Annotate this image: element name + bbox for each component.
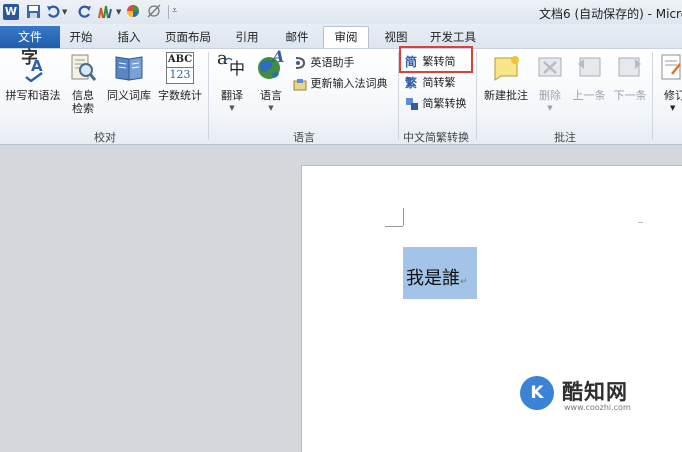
tab-references[interactable]: 引用 xyxy=(230,27,264,48)
undo-icon[interactable] xyxy=(46,4,62,19)
chinese-conversion-group-label: 中文简繁转换 xyxy=(403,131,469,144)
english-assistant-icon xyxy=(293,56,307,70)
watermark: K 酷知网 www.coozhi.com xyxy=(514,370,662,418)
language-group-label: 语言 xyxy=(293,131,315,144)
update-ime-icon xyxy=(293,77,307,91)
update-ime-dictionary-button[interactable]: 更新输入法词典 xyxy=(293,75,388,91)
tab-view[interactable]: 视图 xyxy=(379,27,413,48)
translate-dropdown-icon[interactable]: ▼ xyxy=(213,102,251,115)
chinese-conversion-label: 简繁转换 xyxy=(422,97,467,110)
word-count-button[interactable]: ABC 123 字数统计 xyxy=(155,52,205,102)
tab-page-layout[interactable]: 页面布局 xyxy=(160,27,216,48)
translate-button[interactable]: a 中 翻译 ▼ xyxy=(213,48,251,115)
simplified-to-traditional-label: 简转繁 xyxy=(422,76,456,89)
new-comment-icon xyxy=(491,52,521,84)
research-button[interactable]: 信息 检索 xyxy=(66,52,100,115)
123-icon-text: 123 xyxy=(167,67,193,82)
thesaurus-label: 同义词库 xyxy=(107,89,151,102)
margin-mark-top-left-h xyxy=(385,226,403,227)
tab-mailings[interactable]: 邮件 xyxy=(280,27,314,48)
tab-review[interactable]: 审阅 xyxy=(323,26,369,48)
undo-dropdown-icon[interactable]: ▼ xyxy=(62,8,67,16)
window-title: 文档6 (自动保存的) - Micro xyxy=(539,7,682,21)
thesaurus-icon xyxy=(114,52,144,84)
tab-home[interactable]: 开始 xyxy=(64,27,98,48)
translate-label: 翻译 xyxy=(221,89,243,102)
track-changes-icon xyxy=(660,52,682,84)
tab-insert[interactable]: 插入 xyxy=(112,27,146,48)
delete-comment-label: 删除 xyxy=(539,89,561,102)
watermark-url: www.coozhi.com xyxy=(564,403,631,412)
previous-comment-label: 上一条 xyxy=(572,89,606,102)
abc-icon-text: ABC xyxy=(167,54,193,65)
new-comment-label: 新建批注 xyxy=(484,89,528,102)
paragraph-mark-icon: ↵ xyxy=(460,277,468,287)
color-wheel-icon[interactable] xyxy=(126,4,140,18)
research-icon xyxy=(69,52,97,84)
new-comment-button[interactable]: 新建批注 xyxy=(481,52,531,102)
redo-icon[interactable] xyxy=(76,4,92,19)
spelling-icon: 字 A xyxy=(18,50,48,84)
delete-comment-icon xyxy=(535,52,565,84)
language-label: 语言 xyxy=(260,89,282,102)
chinese-conversion-button[interactable]: 简繁转换 xyxy=(405,95,467,111)
track-changes-label: 修订 xyxy=(664,89,682,102)
margin-mark-top-left-v xyxy=(403,208,404,226)
highlight-box xyxy=(399,46,473,73)
simplified-to-traditional-button[interactable]: 繁 简转繁 xyxy=(405,74,456,90)
title-bar: W ▼ ▼ ⩡ 文档6 (自动保存的) - Micro xyxy=(0,0,682,24)
comments-group-label: 批注 xyxy=(554,131,576,144)
watermark-logo-icon: K xyxy=(520,376,554,410)
language-globe-icon: A xyxy=(255,49,287,84)
update-ime-label: 更新输入法词典 xyxy=(310,77,388,90)
previous-comment-button[interactable]: 上一条 xyxy=(569,52,609,102)
english-assistant-label: 英语助手 xyxy=(310,56,355,69)
delete-comment-button[interactable]: 删除 ▼ xyxy=(533,52,567,115)
margin-mark-top-right xyxy=(638,222,643,223)
translate-icon: a 中 xyxy=(217,48,246,78)
language-button[interactable]: A 语言 ▼ xyxy=(252,49,290,115)
english-assistant-button[interactable]: 英语助手 xyxy=(293,54,355,70)
next-comment-icon xyxy=(615,52,645,84)
traditional-char-icon: 繁 xyxy=(405,76,418,90)
next-comment-button[interactable]: 下一条 xyxy=(610,52,650,102)
track-changes-dropdown-icon[interactable]: ▼ xyxy=(656,102,682,115)
previous-comment-icon xyxy=(574,52,604,84)
quick-dropdown-icon[interactable]: ▼ xyxy=(116,8,121,16)
word-count-icon: ABC 123 xyxy=(166,52,194,84)
spelling-grammar-button[interactable]: 字 A 拼写和语法 xyxy=(4,50,62,103)
tab-developer[interactable]: 开发工具 xyxy=(424,27,482,48)
format-painter-icon[interactable] xyxy=(96,4,114,20)
next-comment-label: 下一条 xyxy=(613,89,647,102)
document-text-content: 我是誰 xyxy=(406,268,460,289)
research-label-line1: 信息 xyxy=(72,89,94,102)
customize-toolbar-icon[interactable]: ⩡ xyxy=(172,6,177,16)
proofing-group-label: 校对 xyxy=(94,131,116,144)
watermark-brand: 酷知网 xyxy=(562,380,628,404)
word-app-icon[interactable]: W xyxy=(3,4,19,20)
tab-file[interactable]: 文件 xyxy=(0,26,60,48)
save-icon[interactable] xyxy=(26,4,41,19)
research-label-line2: 检索 xyxy=(72,102,94,115)
document-text[interactable]: 我是誰↵ xyxy=(406,264,468,290)
spelling-grammar-label: 拼写和语法 xyxy=(5,89,61,102)
word-count-label: 字数统计 xyxy=(158,89,202,102)
chinese-conversion-icon xyxy=(405,97,419,111)
language-dropdown-icon[interactable]: ▼ xyxy=(252,102,290,115)
thesaurus-button[interactable]: 同义词库 xyxy=(104,52,154,102)
track-changes-button[interactable]: 修订 ▼ xyxy=(656,52,682,115)
strikethrough-icon[interactable] xyxy=(146,4,162,19)
delete-dropdown-icon[interactable]: ▼ xyxy=(533,102,567,115)
